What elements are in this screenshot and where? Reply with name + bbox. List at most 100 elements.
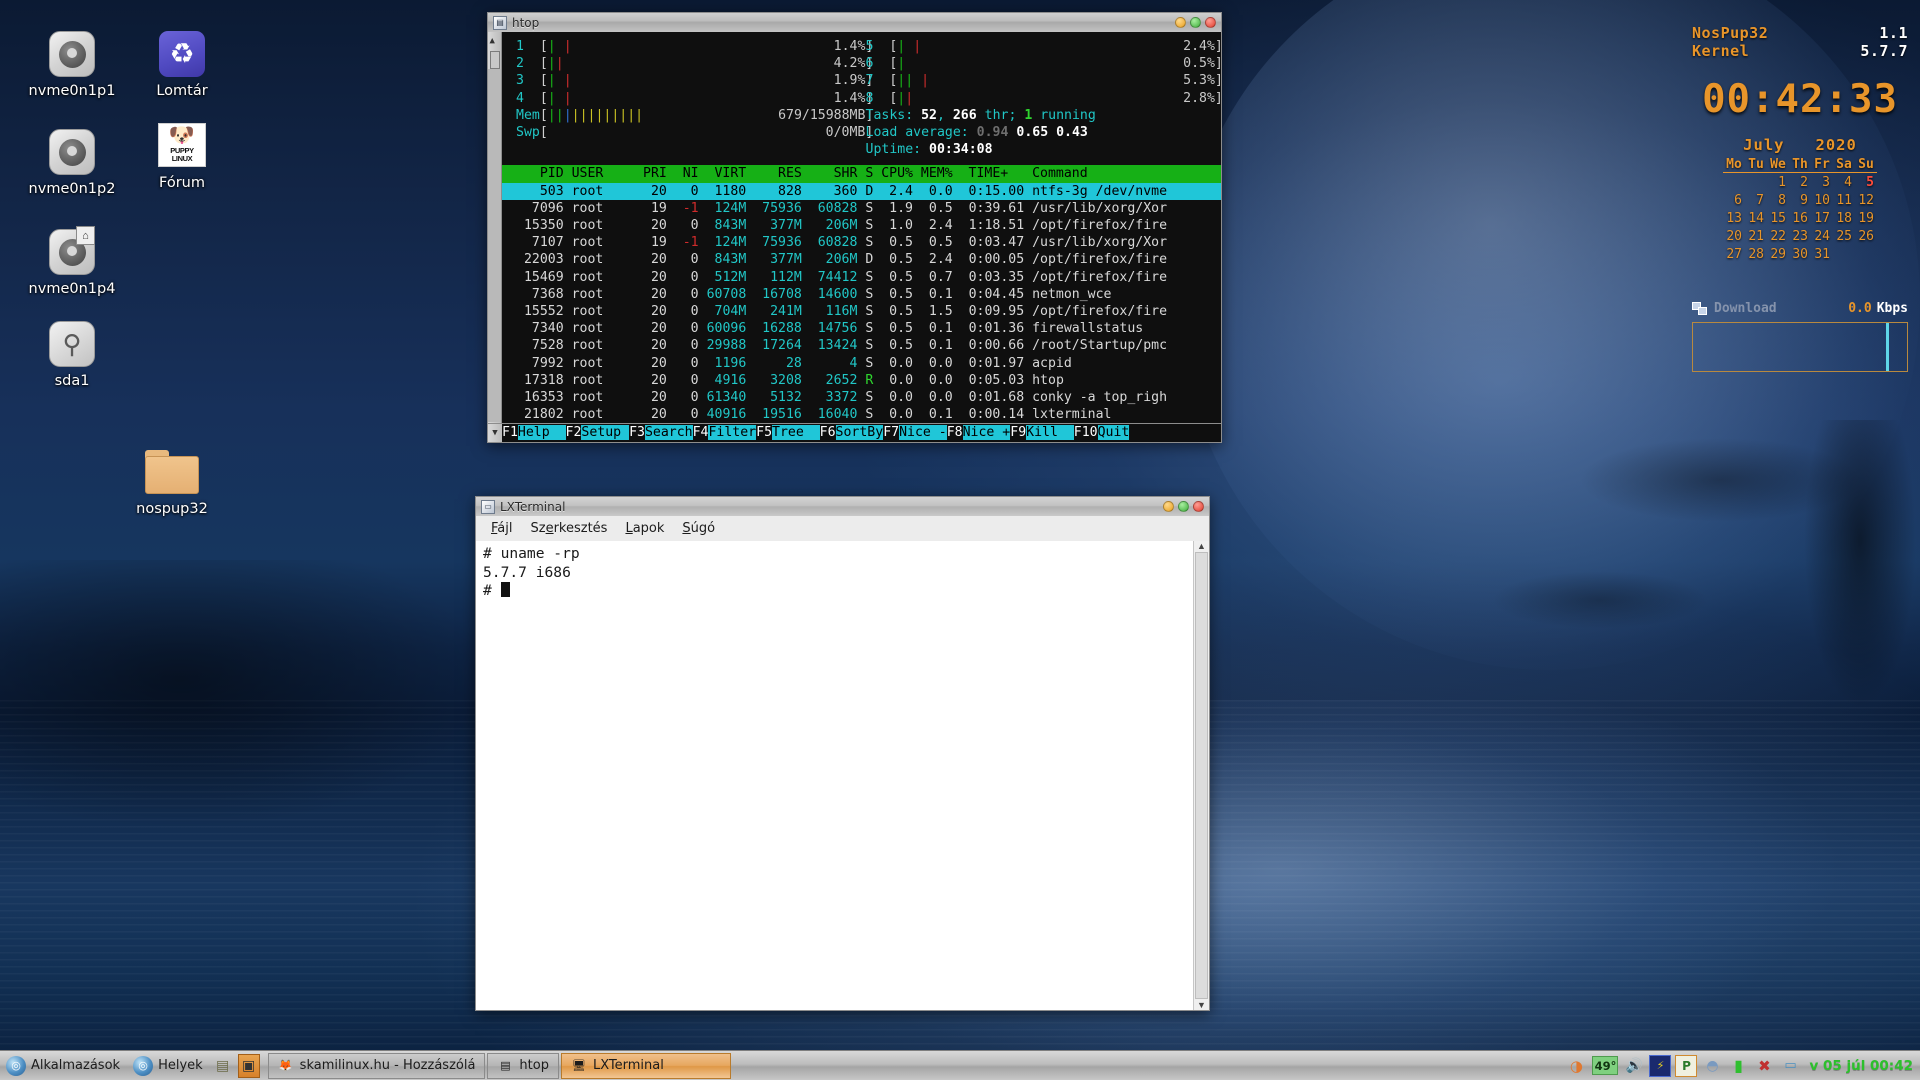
calendar-day: 10	[1814, 192, 1830, 208]
process-table-header: PID USER PRI NI VIRT RES SHR S CPU% MEM%…	[502, 165, 1221, 183]
menu-alkalmazasok[interactable]: ◎ Alkalmazások	[0, 1051, 127, 1080]
system-monitor-icon[interactable]: ◓	[1701, 1055, 1723, 1077]
desktop-icon-forum[interactable]: 🐶 PUPPY LINUX Fórum	[126, 120, 238, 191]
table-row[interactable]: 17318 root 20 0 4916 3208 2652 R 0.0 0.0…	[502, 372, 1221, 389]
calendar-day: 18	[1836, 210, 1852, 226]
close-button[interactable]	[1205, 17, 1216, 28]
desktop-icon-sda1[interactable]: ⚲ sda1	[16, 320, 128, 389]
taskbar[interactable]: ◎ Alkalmazások ◎ Helyek ▤ ▣ 🦊 skamilinux…	[0, 1050, 1920, 1080]
scroll-down-arrow-icon[interactable]: ▼	[488, 424, 502, 443]
tasks-line: Tasks: 52, 266 thr; 1 running	[865, 107, 1096, 123]
table-row[interactable]: 503 root 20 0 1180 828 360 D 2.4 0.0 0:1…	[502, 182, 1221, 200]
calendar-week: 27 28 29 30 31	[1723, 245, 1877, 263]
pmcputempmon-icon[interactable]: P	[1675, 1054, 1698, 1077]
fkey-label[interactable]: SortBy	[835, 425, 884, 441]
weather-icon[interactable]: ◑	[1565, 1055, 1587, 1077]
fkey-number: F5	[756, 425, 773, 441]
table-row[interactable]: 15552 root 20 0 704M 241M 116M S 0.5 1.5…	[502, 303, 1221, 320]
calendar-day: 9	[1800, 192, 1808, 208]
volume-icon[interactable]: 🔊	[1623, 1055, 1645, 1077]
calendar-day: 11	[1836, 192, 1852, 208]
fkey-number: F8	[946, 425, 963, 441]
table-row[interactable]: 7107 root 19 -1 124M 75936 60828 S 0.5 0…	[502, 234, 1221, 251]
battery-icon[interactable]: ▮	[1727, 1055, 1749, 1077]
firewall-icon[interactable]: ✖	[1753, 1055, 1775, 1077]
calendar-week: 20 21 22 23 24 25 26	[1723, 227, 1877, 245]
conky-kernel-version: 5.7.7	[1860, 42, 1908, 60]
menu-item-fajl[interactable]: Fájl	[482, 519, 522, 538]
menu-helyek[interactable]: ◎ Helyek	[127, 1051, 210, 1080]
cpu-meter: 2 [|| 4.2%]	[516, 56, 874, 72]
desktop-icon-nospup32[interactable]: nospup32	[116, 448, 228, 517]
calendar-day: 7	[1756, 192, 1764, 208]
desktop-icon-label: sda1	[54, 373, 90, 389]
htop-function-keys[interactable]: ▼ F1Help F2Setup F3SearchF4FilterF5Tree …	[487, 424, 1222, 444]
fkey-label[interactable]: Kill	[1026, 425, 1074, 441]
table-row[interactable]: 7096 root 19 -1 124M 75936 60828 S 1.9 0…	[502, 200, 1221, 217]
lxterminal-titlebar[interactable]: ▭ LXTerminal	[475, 496, 1210, 516]
table-row[interactable]: 7992 root 20 0 1196 28 4 S 0.0 0.0 0:01.…	[502, 355, 1221, 372]
terminal-output[interactable]: # uname -rp 5.7.7 i686 #	[476, 541, 1193, 1010]
fkey-label[interactable]: Search	[644, 425, 693, 441]
launcher-file-manager[interactable]: ▣	[237, 1053, 260, 1078]
conky-distro-label: NosPup32	[1692, 24, 1769, 42]
htop-window[interactable]: ▤ htop ▲ 1 [| | 1.4%]2 [|| 4.2%]3 [| |	[487, 12, 1222, 444]
minimize-button[interactable]	[1163, 501, 1174, 512]
hard-drive-icon	[48, 30, 96, 78]
htop-scrollbar[interactable]: ▲	[488, 32, 502, 424]
desktop-icon-nvme0n1p4[interactable]: ⌂ nvme0n1p4	[16, 226, 128, 297]
fkey-label[interactable]: Filter	[708, 425, 757, 441]
task-list[interactable]: 🦊 skamilinux.hu - Hozzászólá ▤ htop 🖥 LX…	[262, 1052, 1566, 1079]
home-badge-icon: ⌂	[76, 226, 95, 245]
calendar-month-year: July 2020	[1692, 136, 1908, 154]
fkey-label[interactable]: Quit	[1097, 425, 1130, 441]
htop-titlebar[interactable]: ▤ htop	[487, 12, 1222, 32]
cpu-meter: 7 [|| | 5.3%]	[865, 73, 1222, 89]
table-row[interactable]: 15350 root 20 0 843M 377M 206M S 1.0 2.4…	[502, 217, 1221, 234]
terminal-scrollbar[interactable]: ▲ ▼	[1193, 541, 1209, 1010]
desktop-icon-nvme0n1p2[interactable]: nvme0n1p2	[16, 128, 128, 197]
calendar-day: 27	[1726, 246, 1742, 262]
fkey-label[interactable]: Nice -	[899, 425, 947, 441]
close-button[interactable]	[1193, 501, 1204, 512]
taskbar-clock[interactable]: v 05 júl 00:42	[1805, 1058, 1913, 1074]
table-row[interactable]: 7340 root 20 0 60096 16288 14756 S 0.5 0…	[502, 320, 1221, 337]
table-row[interactable]: 15469 root 20 0 512M 112M 74412 S 0.5 0.…	[502, 269, 1221, 286]
network-monitor-icon[interactable]: ⚡	[1649, 1054, 1672, 1077]
menu-item-lapok[interactable]: Lapok	[616, 519, 673, 538]
lxterminal-content[interactable]: # uname -rp 5.7.7 i686 # ▲ ▼	[475, 541, 1210, 1011]
fkey-label[interactable]: Setup	[581, 425, 630, 441]
fkey-label[interactable]: Nice +	[962, 425, 1011, 441]
fkey-label[interactable]: Help	[517, 425, 566, 441]
task-firefox[interactable]: 🦊 skamilinux.hu - Hozzászólá	[267, 1052, 486, 1079]
lxterminal-window[interactable]: ▭ LXTerminal Fájl Szerkesztés Lapok Súgó…	[475, 496, 1210, 1011]
table-row[interactable]: 7528 root 20 0 29988 17264 13424 S 0.5 0…	[502, 337, 1221, 354]
calendar-day: 21	[1748, 228, 1764, 244]
calendar-day: 12	[1858, 192, 1874, 208]
fkey-label[interactable]: Tree	[772, 425, 820, 441]
lxterminal-window-icon: ▭	[481, 499, 495, 514]
table-row[interactable]: 22003 root 20 0 843M 377M 206M D 0.5 2.4…	[502, 251, 1221, 268]
task-lxterminal[interactable]: 🖥 LXTerminal	[560, 1052, 731, 1079]
minimize-button[interactable]	[1175, 17, 1186, 28]
maximize-button[interactable]	[1178, 501, 1189, 512]
task-htop[interactable]: ▤ htop	[487, 1052, 559, 1079]
screenshot-icon[interactable]: ▭	[1779, 1055, 1801, 1077]
temperature-indicator[interactable]: 49°	[1591, 1055, 1619, 1077]
system-tray[interactable]: ◑ 49° 🔊 ⚡ P ◓ ▮ ✖ ▭ v 05 júl 00:42	[1565, 1054, 1920, 1077]
calendar-day: 16	[1792, 210, 1808, 226]
launcher-text-editor[interactable]: ▤	[212, 1054, 234, 1078]
desktop-icon-nvme0n1p1[interactable]: nvme0n1p1	[16, 30, 128, 99]
maximize-button[interactable]	[1190, 17, 1201, 28]
table-row[interactable]: 21802 root 20 0 40916 19516 16040 S 0.0 …	[502, 406, 1221, 423]
menu-item-sugo[interactable]: Súgó	[673, 519, 724, 538]
menu-item-szerkesztes[interactable]: Szerkesztés	[522, 519, 617, 538]
table-row[interactable]: 7368 root 20 0 60708 16708 14600 S 0.5 0…	[502, 286, 1221, 303]
table-row[interactable]: 16353 root 20 0 61340 5132 3372 S 0.0 0.…	[502, 389, 1221, 406]
lxterminal-menubar[interactable]: Fájl Szerkesztés Lapok Súgó	[475, 516, 1210, 541]
text-editor-icon: ▤	[216, 1057, 230, 1074]
cpu-meter: 5 [| | 2.4%]	[865, 39, 1222, 54]
calendar-weekday: Su	[1855, 157, 1877, 173]
htop-process-table: PID USER PRI NI VIRT RES SHR S CPU% MEM%…	[502, 165, 1221, 423]
desktop-icon-lomtar[interactable]: ♻ Lomtár	[126, 30, 238, 99]
